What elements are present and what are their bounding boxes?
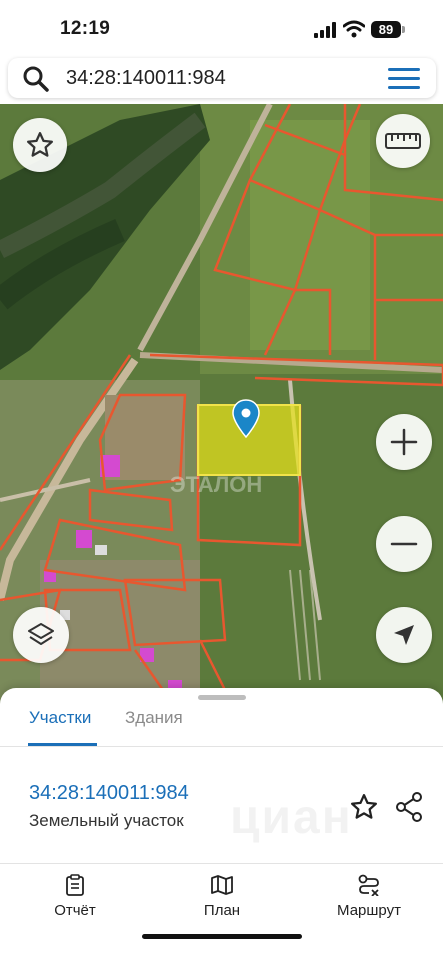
navigation-arrow-icon xyxy=(394,625,414,645)
search-input[interactable]: 34:28:140011:984 xyxy=(66,67,226,90)
status-bar: 12:19 89 xyxy=(0,0,443,56)
battery-level: 89 xyxy=(378,22,394,37)
nav-route-label: Маршрут xyxy=(337,902,401,919)
status-time: 12:19 xyxy=(60,18,111,39)
search-icon[interactable] xyxy=(22,65,50,93)
layers-icon xyxy=(28,623,54,645)
tab-buildings[interactable]: Здания xyxy=(125,708,183,728)
wifi-icon xyxy=(343,20,365,38)
battery-cap xyxy=(402,26,405,33)
battery-indicator: 89 xyxy=(371,21,401,38)
home-indicator xyxy=(142,934,302,939)
zoom-in-button[interactable] xyxy=(376,414,432,470)
cellular-signal-icon xyxy=(314,22,336,38)
tabs-divider xyxy=(0,746,443,747)
hamburger-menu-icon[interactable] xyxy=(388,68,420,89)
map-plan-icon xyxy=(211,875,233,895)
report-icon xyxy=(66,874,84,896)
sheet-watermark: циан xyxy=(230,791,353,844)
favorite-map-button[interactable] xyxy=(13,118,67,172)
plus-icon xyxy=(390,428,418,456)
minus-icon xyxy=(390,542,418,546)
nav-plan[interactable]: План xyxy=(199,874,245,919)
ruler-icon xyxy=(385,133,421,149)
satellite-map[interactable]: ЭТАЛОН xyxy=(0,104,443,704)
search-bar[interactable]: 34:28:140011:984 xyxy=(8,58,436,98)
locate-button[interactable] xyxy=(376,607,432,663)
layers-button[interactable] xyxy=(13,607,69,663)
star-outline-icon[interactable] xyxy=(349,792,379,822)
parcel-type: Земельный участок xyxy=(29,811,184,830)
nav-report-label: Отчёт xyxy=(54,902,96,919)
tab-parcels[interactable]: Участки xyxy=(29,708,91,728)
bottom-sheet[interactable]: Участки Здания циан 34:28:140011:984 Зем… xyxy=(0,688,443,960)
nav-divider xyxy=(0,863,443,864)
sheet-grabber[interactable] xyxy=(198,695,246,700)
parcel-id-link[interactable]: 34:28:140011:984 xyxy=(29,782,189,805)
star-icon xyxy=(27,132,53,157)
route-icon xyxy=(358,874,379,896)
zoom-out-button[interactable] xyxy=(376,516,432,572)
map-view[interactable]: ЭТАЛОН xyxy=(0,104,443,704)
nav-plan-label: План xyxy=(203,902,241,919)
nav-route[interactable]: Маршрут xyxy=(330,874,408,919)
nav-report[interactable]: Отчёт xyxy=(48,874,102,919)
ruler-button[interactable] xyxy=(376,114,430,168)
share-icon[interactable] xyxy=(395,792,423,822)
map-watermark: ЭТАЛОН xyxy=(170,472,262,497)
